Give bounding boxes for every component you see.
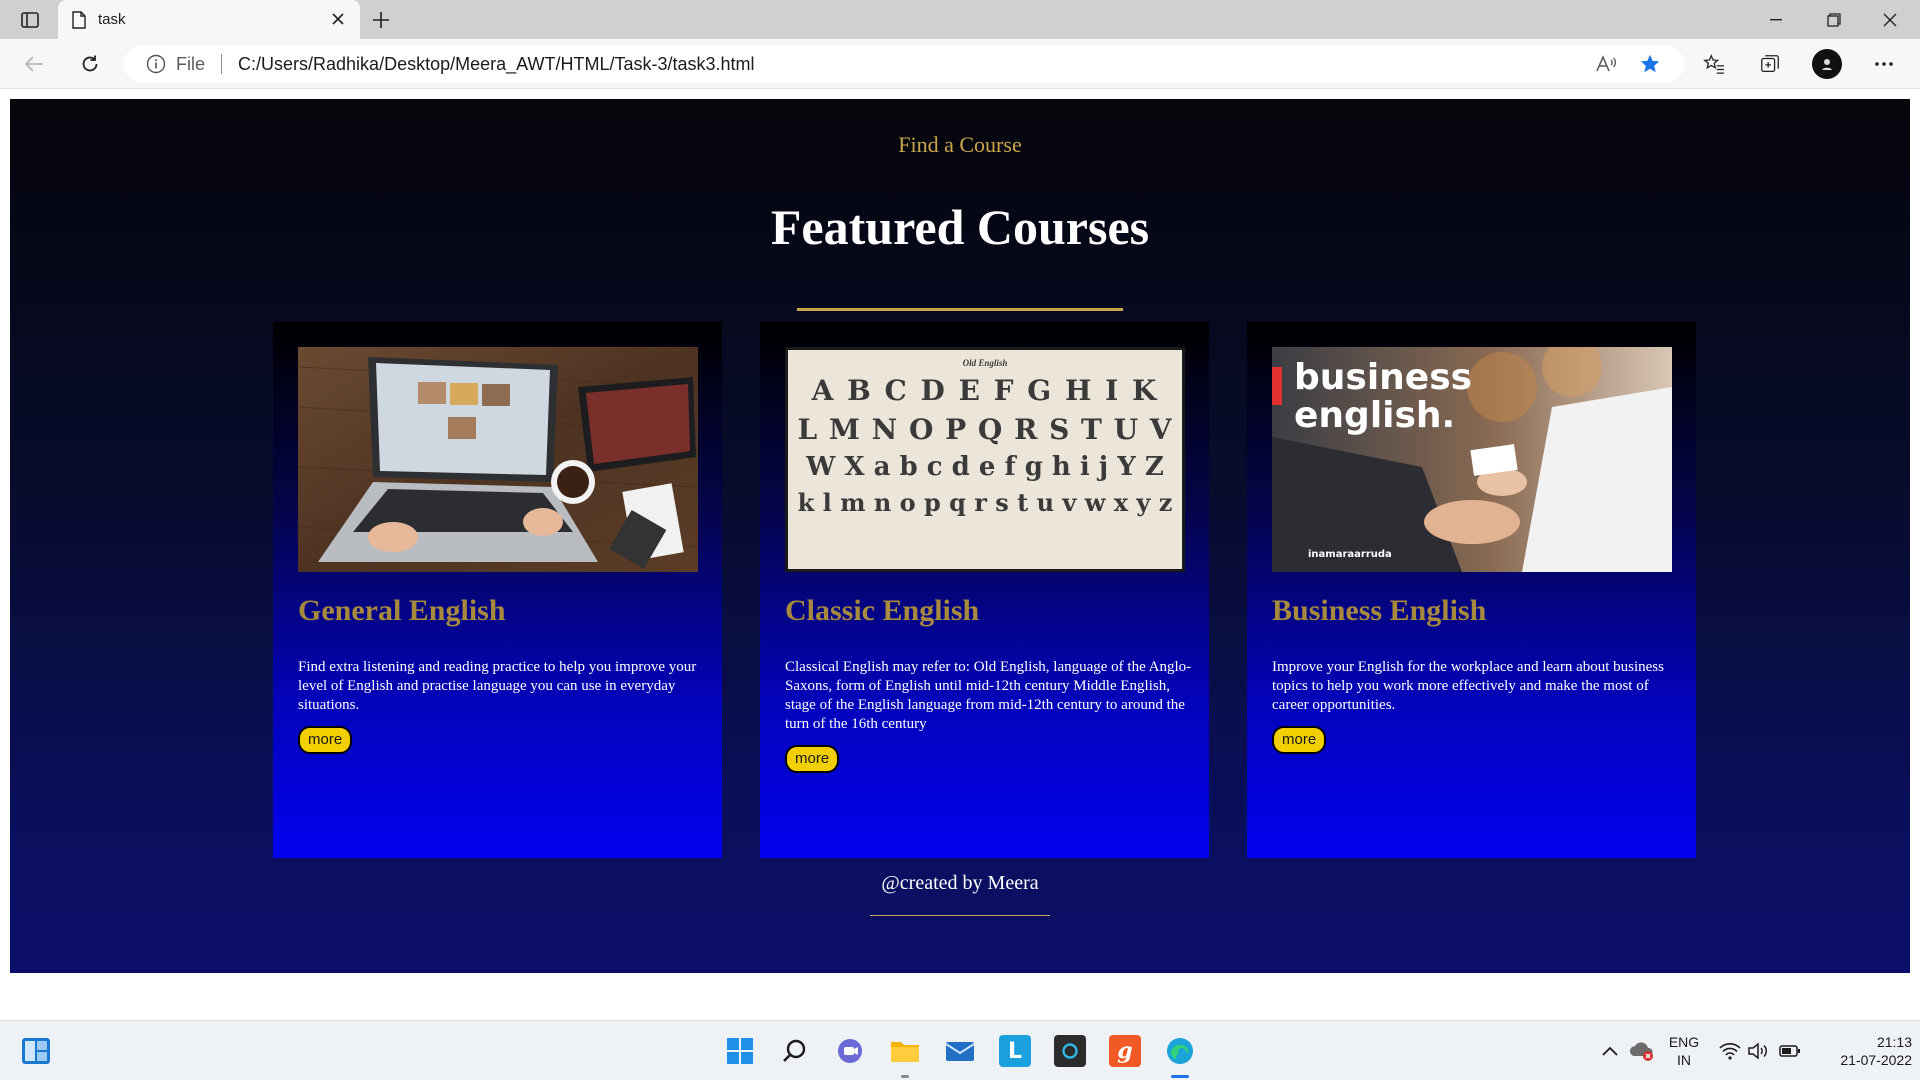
battery-icon[interactable] (1774, 1035, 1806, 1067)
read-aloud-icon[interactable] (1590, 48, 1622, 80)
image-caption-top: Old English (962, 358, 1008, 368)
restore-icon[interactable] (1806, 0, 1862, 39)
course-description: Find extra listening and reading practic… (298, 659, 697, 713)
course-description: Improve your English for the workplace a… (1272, 659, 1664, 713)
chat-icon[interactable] (834, 1035, 866, 1067)
onedrive-sync-error-icon[interactable] (1626, 1035, 1658, 1067)
chevron-up-icon[interactable] (1594, 1035, 1626, 1067)
image-alphabet-line: L M N O P Q R S T U V (797, 413, 1173, 446)
info-icon[interactable] (146, 54, 166, 74)
more-button[interactable]: more (298, 726, 353, 754)
url-text[interactable]: C:/Users/Radhika/Desktop/Meera_AWT/HTML/… (238, 54, 754, 75)
windows-start-icon[interactable] (724, 1035, 756, 1067)
clock[interactable]: 21:13 21-07-2022 (1812, 1033, 1912, 1069)
course-title: General English (298, 594, 506, 627)
browser-tab[interactable]: task (58, 0, 360, 39)
image-watermark: inamaraarruda (1308, 549, 1392, 560)
l-app-icon[interactable]: L (999, 1035, 1031, 1067)
footer-credit: @created by Meera (881, 872, 1039, 894)
address-bar-row: File C:/Users/Radhika/Desktop/Meera_AWT/… (0, 39, 1920, 89)
file-explorer-icon[interactable] (889, 1035, 921, 1067)
edge-browser-icon[interactable] (1164, 1035, 1196, 1067)
course-title: Business English (1272, 594, 1487, 627)
file-label: File (176, 53, 206, 74)
browser-tab-strip: task (0, 0, 1920, 39)
g-app-icon[interactable]: g (1109, 1035, 1141, 1067)
page-title: Featured Courses (770, 199, 1150, 255)
tab-title: task (98, 11, 126, 28)
close-window-icon[interactable] (1862, 0, 1918, 39)
profile-avatar[interactable] (1812, 49, 1842, 79)
red-accent-bar (1272, 367, 1282, 405)
minimize-icon[interactable] (1748, 0, 1804, 39)
course-card-general: General English Find extra listening and… (273, 322, 722, 858)
refresh-icon[interactable] (74, 48, 106, 80)
mail-icon[interactable] (944, 1035, 976, 1067)
collections-icon[interactable] (1754, 48, 1786, 80)
widgets-icon[interactable] (20, 1035, 52, 1067)
alexa-app-icon[interactable] (1054, 1035, 1086, 1067)
favorite-star-icon[interactable] (1634, 48, 1666, 80)
favorites-list-icon[interactable] (1698, 48, 1730, 80)
back-arrow-icon[interactable] (18, 48, 50, 80)
image-alphabet-line: k l m n o p q r s t u v w x y z (797, 488, 1173, 517)
clock-date: 21-07-2022 (1840, 1052, 1912, 1068)
close-tab-icon[interactable] (328, 9, 348, 29)
image-alphabet-line: W X a b c d e f g h i j Y Z (806, 452, 1164, 482)
url-divider (221, 54, 223, 74)
open-app-indicator (901, 1075, 909, 1078)
taskbar: L g ENG IN 21:13 21-07-2022 (0, 1020, 1920, 1080)
course-card-classic: Old English A B C D E F G H I K L M N O … (760, 322, 1209, 858)
business-handshake-image: business english. inamaraarruda (1272, 347, 1672, 572)
laptop-video-call-image (298, 347, 698, 572)
clock-time: 21:13 (1876, 1034, 1912, 1050)
image-caption: business (1294, 357, 1473, 398)
more-button[interactable]: more (785, 745, 840, 773)
page-viewport: Find a Course Featured Courses General E… (10, 99, 1910, 973)
region-code: IN (1677, 1052, 1691, 1068)
page-icon (72, 10, 86, 29)
gothic-alphabet-image: Old English A B C D E F G H I K L M N O … (785, 347, 1185, 572)
more-menu-icon[interactable] (1868, 48, 1900, 80)
course-title: Classic English (785, 594, 980, 627)
input-language[interactable]: ENG IN (1666, 1033, 1702, 1069)
url-field[interactable]: File C:/Users/Radhika/Desktop/Meera_AWT/… (124, 45, 1684, 83)
find-course-link[interactable]: Find a Course (10, 132, 1910, 158)
title-underline (797, 308, 1123, 311)
volume-icon[interactable] (1742, 1035, 1774, 1067)
image-caption: english. (1294, 395, 1456, 436)
new-tab-icon[interactable] (368, 8, 394, 32)
active-app-indicator (1171, 1075, 1189, 1078)
image-alphabet-line: A B C D E F G H I K (811, 374, 1159, 407)
course-card-business: business english. inamaraarruda Business… (1247, 322, 1696, 858)
more-button[interactable]: more (1272, 726, 1327, 754)
course-description: Classical English may refer to: Old Engl… (785, 659, 1192, 732)
footer-underline (870, 915, 1050, 916)
tab-actions-icon[interactable] (14, 8, 46, 32)
search-icon[interactable] (779, 1035, 811, 1067)
language-code: ENG (1668, 1034, 1700, 1050)
